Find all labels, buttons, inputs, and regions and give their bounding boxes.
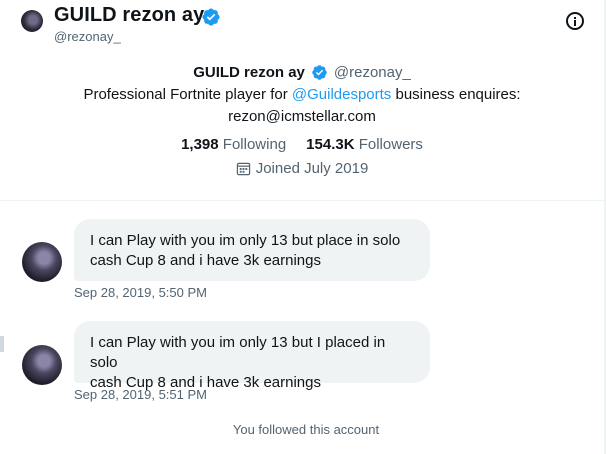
conversation-header: GUILD rezon ay @rezonay_	[0, 0, 604, 46]
bio-text: Professional Fortnite player for	[83, 86, 292, 103]
profile-stats: 1,398 Following 154.3K Followers	[0, 132, 604, 156]
message-timestamp: Sep 28, 2019, 5:51 PM	[74, 387, 207, 402]
message-text: I can Play with you im only 13 but I pla…	[90, 334, 386, 371]
header-display-name[interactable]: GUILD rezon ay	[54, 4, 204, 27]
calendar-icon	[236, 162, 250, 175]
message-text: cash Cup 8 and i have 3k earnings	[90, 252, 321, 269]
follow-status-note: You followed this account	[232, 422, 380, 437]
message-bubble[interactable]: I can Play with you im only 13 but I pla…	[74, 321, 430, 391]
followers-label: Followers	[358, 135, 423, 153]
verified-badge-icon	[202, 8, 220, 26]
profile-name-row: GUILD rezon ay @rezonay_	[0, 60, 604, 84]
avatar[interactable]	[22, 345, 62, 385]
profile-bio: Professional Fortnite player for @Guilde…	[0, 84, 604, 128]
following-link[interactable]: 1,398 Following	[181, 136, 286, 153]
avatar[interactable]	[21, 10, 43, 32]
avatar[interactable]	[22, 242, 62, 282]
followers-count: 154.3K	[306, 135, 355, 153]
divider	[0, 200, 604, 201]
profile-handle: @rezonay_	[333, 63, 411, 81]
bio-email: rezon@icmstellar.com	[228, 108, 376, 125]
resize-handle[interactable]	[0, 336, 4, 352]
message-bubble[interactable]: I can Play with you im only 13 but place…	[74, 219, 430, 281]
bio-mention-link[interactable]: @Guildesports	[292, 86, 391, 103]
message-text: I can Play with you im only 13 but place…	[90, 232, 401, 249]
header-handle: @rezonay_	[54, 29, 121, 44]
following-count: 1,398	[181, 135, 219, 153]
joined-text: Joined July 2019	[255, 159, 369, 177]
verified-badge-icon	[312, 64, 327, 80]
profile-summary[interactable]: GUILD rezon ay @rezonay_ Professional Fo…	[0, 60, 604, 180]
followers-link[interactable]: 154.3K Followers	[306, 136, 423, 153]
joined-date: Joined July 2019	[0, 156, 604, 180]
info-icon[interactable]	[566, 12, 584, 30]
following-label: Following	[222, 135, 287, 153]
profile-display-name: GUILD rezon ay	[193, 63, 305, 81]
bio-text: business enquires:	[391, 86, 521, 103]
message-timestamp: Sep 28, 2019, 5:50 PM	[74, 285, 207, 300]
